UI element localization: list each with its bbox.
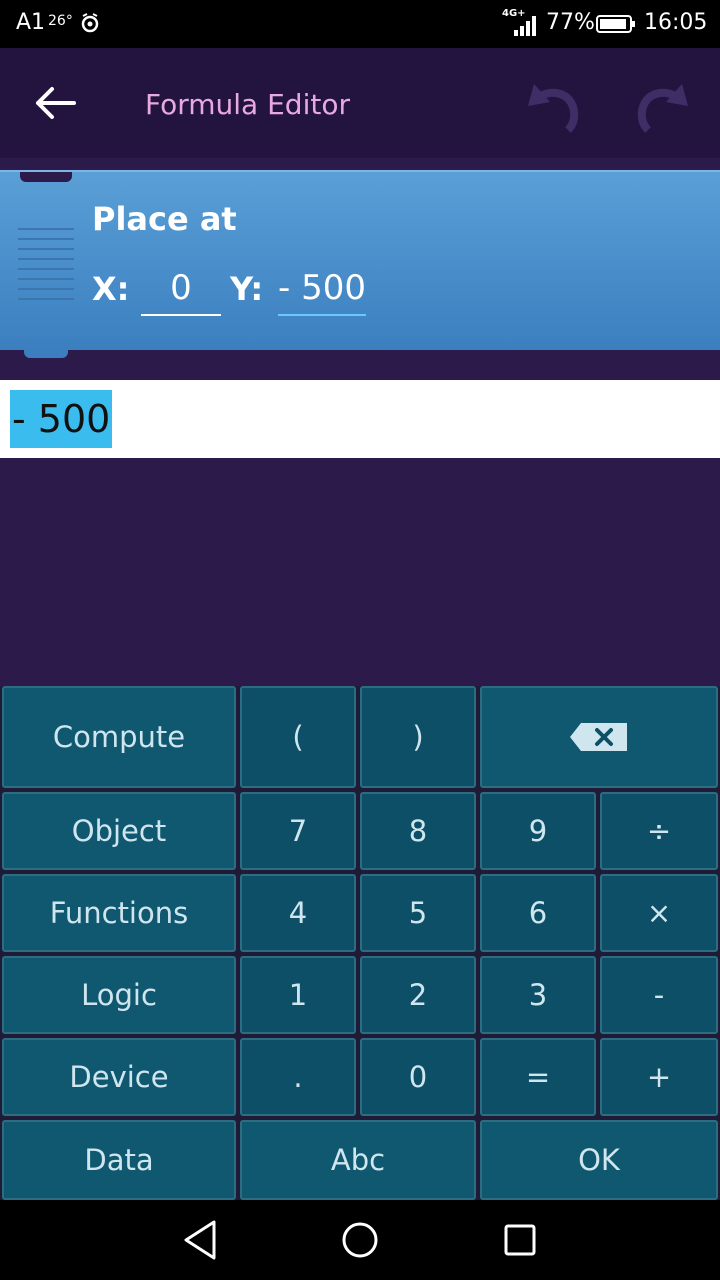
paren-close-button[interactable]: ) [360, 686, 476, 788]
square-recent-icon[interactable] [502, 1222, 538, 1258]
compute-button[interactable]: Compute [2, 686, 236, 788]
arrow-left-icon[interactable] [30, 83, 80, 123]
key-5[interactable]: 5 [360, 874, 476, 952]
circle-home-icon[interactable] [340, 1220, 380, 1260]
key-1[interactable]: 1 [240, 956, 356, 1034]
y-value-field[interactable]: - 500 [278, 268, 366, 316]
key-6[interactable]: 6 [480, 874, 596, 952]
brick-notch-bottom [24, 350, 68, 358]
plus-button[interactable]: + [600, 1038, 718, 1116]
x-value-field[interactable]: 0 [141, 268, 221, 316]
minus-button[interactable]: - [600, 956, 718, 1034]
key-2[interactable]: 2 [360, 956, 476, 1034]
data-button[interactable]: Data [2, 1120, 236, 1200]
alarm-icon [81, 13, 99, 33]
equals-button[interactable]: = [480, 1038, 596, 1116]
brick-notch [20, 172, 72, 182]
key-4[interactable]: 4 [240, 874, 356, 952]
formula-field[interactable]: - 500 [0, 380, 720, 458]
abc-button[interactable]: Abc [240, 1120, 476, 1200]
battery-icon [596, 15, 635, 33]
ok-button[interactable]: OK [480, 1120, 718, 1200]
status-bar: A1 26° 4G+ 77% 16:05 [0, 0, 720, 48]
battery-percent: 77% [546, 10, 595, 35]
y-label: Y: [230, 270, 264, 308]
signal-icon [514, 16, 536, 36]
clock: 16:05 [644, 10, 708, 35]
app-bar: Formula Editor [0, 48, 720, 158]
place-at-brick[interactable]: Place at X: 0 Y: - 500 [0, 170, 720, 358]
formula-text[interactable]: - 500 [10, 390, 113, 448]
key-0[interactable]: 0 [360, 1038, 476, 1116]
redo-icon[interactable] [630, 76, 696, 134]
undo-icon[interactable] [520, 76, 586, 134]
formula-keyboard: Compute ( ) Object 7 8 9 ÷ Functions 4 5… [0, 686, 720, 1200]
paren-open-button[interactable]: ( [240, 686, 356, 788]
key-9[interactable]: 9 [480, 792, 596, 870]
x-label: X: [92, 270, 130, 308]
key-3[interactable]: 3 [480, 956, 596, 1034]
divide-button[interactable]: ÷ [600, 792, 718, 870]
brick-grip-icon [18, 228, 74, 308]
system-nav-bar [0, 1200, 720, 1280]
object-button[interactable]: Object [2, 792, 236, 870]
key-8[interactable]: 8 [360, 792, 476, 870]
brick-title: Place at [92, 200, 237, 238]
triangle-back-icon[interactable] [180, 1218, 220, 1262]
functions-button[interactable]: Functions [2, 874, 236, 952]
temperature-label: 26° [48, 13, 73, 29]
backspace-button[interactable] [480, 686, 718, 788]
device-button[interactable]: Device [2, 1038, 236, 1116]
backspace-icon [570, 723, 627, 751]
dot-button[interactable]: . [240, 1038, 356, 1116]
multiply-button[interactable]: × [600, 874, 718, 952]
logic-button[interactable]: Logic [2, 956, 236, 1034]
key-7[interactable]: 7 [240, 792, 356, 870]
page-title: Formula Editor [145, 88, 350, 121]
carrier-label: A1 [16, 10, 46, 35]
